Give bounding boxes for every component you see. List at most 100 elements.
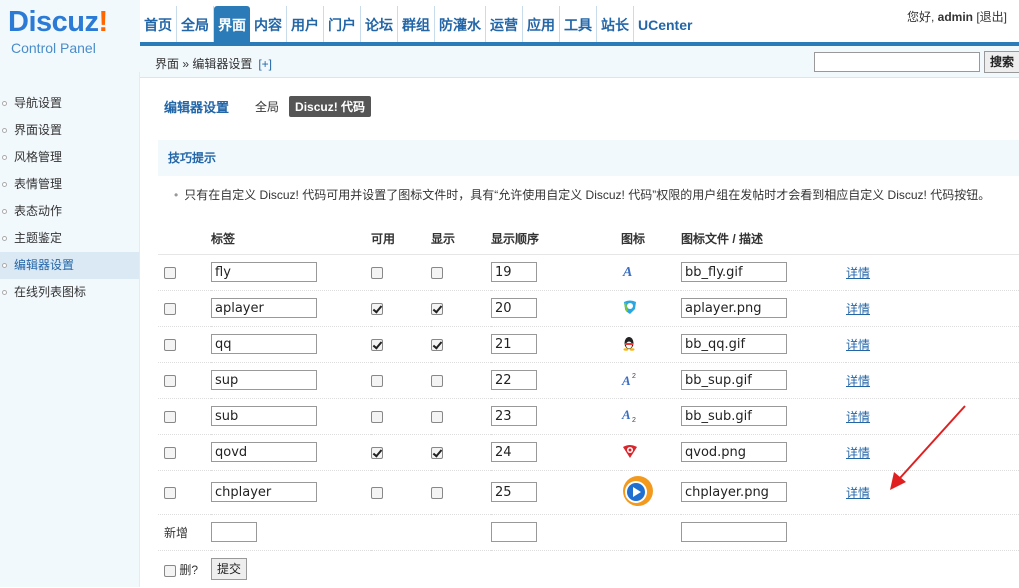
enabled-checkbox[interactable]: [371, 302, 383, 315]
logout-link[interactable]: [退出]: [976, 10, 1007, 24]
header-order: 显示顺序: [491, 224, 621, 255]
delete-checkbox[interactable]: [164, 486, 176, 499]
sidebar-item-online-icons[interactable]: 在线列表图标: [0, 279, 139, 306]
tag-input[interactable]: qovd: [211, 442, 317, 462]
order-input[interactable]: 23: [491, 406, 537, 426]
delete-checkbox[interactable]: [164, 338, 176, 351]
sidebar-item-styles[interactable]: 风格管理: [0, 144, 139, 171]
shown-checkbox[interactable]: [431, 266, 443, 279]
tag-input[interactable]: chplayer: [211, 482, 317, 502]
icon-file-input[interactable]: aplayer.png: [681, 298, 787, 318]
new-tag-input[interactable]: [211, 522, 257, 542]
sidebar-item-stamps[interactable]: 主题鉴定: [0, 225, 139, 252]
delete-checkbox[interactable]: [164, 410, 176, 423]
nav-item-admin[interactable]: 站长: [597, 6, 634, 42]
icon-file-input[interactable]: chplayer.png: [681, 482, 787, 502]
tag-input[interactable]: aplayer: [211, 298, 317, 318]
nav-item-ucenter[interactable]: UCenter: [634, 6, 696, 42]
enabled-checkbox[interactable]: [371, 486, 383, 499]
search-input[interactable]: [814, 52, 980, 72]
order-input[interactable]: 24: [491, 442, 537, 462]
detail-link[interactable]: 详情: [846, 486, 870, 500]
shown-checkbox[interactable]: [431, 302, 443, 315]
enabled-checkbox[interactable]: [371, 446, 383, 459]
sidebar-item-navigation[interactable]: 导航设置: [0, 90, 139, 117]
order-input[interactable]: 19: [491, 262, 537, 282]
sidebar-item-editor[interactable]: 编辑器设置: [0, 252, 139, 279]
shown-checkbox[interactable]: [431, 374, 443, 387]
submit-button[interactable]: 提交: [211, 558, 248, 581]
detail-link[interactable]: 详情: [846, 410, 870, 424]
sidebar-item-smilies[interactable]: 表情管理: [0, 171, 139, 198]
shown-checkbox[interactable]: [431, 446, 443, 459]
sidebar-item-clicks[interactable]: 表态动作: [0, 198, 139, 225]
enabled-checkbox[interactable]: [371, 374, 383, 387]
nav-item-forum[interactable]: 论坛: [361, 6, 398, 42]
icon-file-input[interactable]: bb_fly.gif: [681, 262, 787, 282]
fly-icon: A: [621, 263, 637, 282]
detail-link[interactable]: 详情: [846, 338, 870, 352]
header-enabled: 可用: [371, 224, 431, 255]
order-input[interactable]: 22: [491, 370, 537, 390]
search-button[interactable]: 搜索: [984, 51, 1019, 73]
submit-row: 删? 提交: [158, 550, 1019, 588]
breadcrumb-add-shortcut[interactable]: [+]: [258, 57, 272, 71]
main-content: 编辑器设置 全局 Discuz! 代码 技巧提示 • 只有在自定义 Discuz!…: [140, 78, 1019, 587]
nav-item-operation[interactable]: 运营: [486, 6, 523, 42]
nav-item-antispam[interactable]: 防灌水: [435, 6, 486, 42]
tag-input[interactable]: qq: [211, 334, 317, 354]
table-row: qovd 24 qvod.png 详情: [158, 434, 1019, 471]
shown-checkbox[interactable]: [431, 338, 443, 351]
enabled-checkbox[interactable]: [371, 266, 383, 279]
logo: Discuz! Control Panel: [0, 0, 140, 72]
delete-checkbox[interactable]: [164, 446, 176, 459]
logo-brand: Discuz: [8, 6, 99, 38]
nav-item-tools[interactable]: 工具: [560, 6, 597, 42]
nav-item-users[interactable]: 用户: [287, 6, 324, 42]
icon-file-input[interactable]: bb_sub.gif: [681, 406, 787, 426]
delete-checkbox[interactable]: [164, 302, 176, 315]
nav-item-groups[interactable]: 群组: [398, 6, 435, 42]
user-info: 您好, admin [退出]: [907, 8, 1007, 25]
icon-file-input[interactable]: qvod.png: [681, 442, 787, 462]
bullet-icon: [2, 101, 7, 106]
delete-checkbox[interactable]: [164, 266, 176, 279]
tips-content: 只有在自定义 Discuz! 代码可用并设置了图标文件时，具有“允许使用自定义 …: [184, 188, 991, 202]
tab-discuz-code[interactable]: Discuz! 代码: [289, 96, 372, 117]
delete-all-checkbox[interactable]: [164, 564, 176, 577]
bullet-icon: [2, 236, 7, 241]
icon-file-input[interactable]: bb_sup.gif: [681, 370, 787, 390]
nav-item-global[interactable]: 全局: [177, 6, 214, 42]
order-input[interactable]: 21: [491, 334, 537, 354]
tag-input[interactable]: fly: [211, 262, 317, 282]
greeting: 您好,: [906, 10, 935, 24]
nav-item-content[interactable]: 内容: [250, 6, 287, 42]
order-input[interactable]: 25: [491, 482, 537, 502]
delete-checkbox[interactable]: [164, 374, 176, 387]
nav-item-portal[interactable]: 门户: [324, 6, 361, 42]
detail-link[interactable]: 详情: [846, 302, 870, 316]
tag-input[interactable]: sub: [211, 406, 317, 426]
detail-link[interactable]: 详情: [846, 374, 870, 388]
sidebar-item-interface[interactable]: 界面设置: [0, 117, 139, 144]
nav-item-home[interactable]: 首页: [140, 6, 177, 42]
table-row: fly 19 A bb_fly.gif 详情: [158, 254, 1019, 291]
enabled-checkbox[interactable]: [371, 338, 383, 351]
svg-text:A: A: [621, 373, 631, 387]
detail-link[interactable]: 详情: [846, 266, 870, 280]
shown-checkbox[interactable]: [431, 486, 443, 499]
order-input[interactable]: 20: [491, 298, 537, 318]
nav-item-interface[interactable]: 界面: [214, 6, 250, 42]
enabled-checkbox[interactable]: [371, 410, 383, 423]
new-icon-file-input[interactable]: [681, 522, 787, 542]
svg-text:2: 2: [632, 417, 636, 423]
tag-input[interactable]: sup: [211, 370, 317, 390]
new-order-input[interactable]: [491, 522, 537, 542]
shown-checkbox[interactable]: [431, 410, 443, 423]
sidebar-item-label: 风格管理: [14, 150, 63, 164]
detail-link[interactable]: 详情: [846, 446, 870, 460]
sub-nav: 编辑器设置 全局 Discuz! 代码: [164, 96, 372, 117]
tab-global[interactable]: 全局: [255, 98, 279, 115]
icon-file-input[interactable]: bb_qq.gif: [681, 334, 787, 354]
nav-item-apps[interactable]: 应用: [523, 6, 560, 42]
